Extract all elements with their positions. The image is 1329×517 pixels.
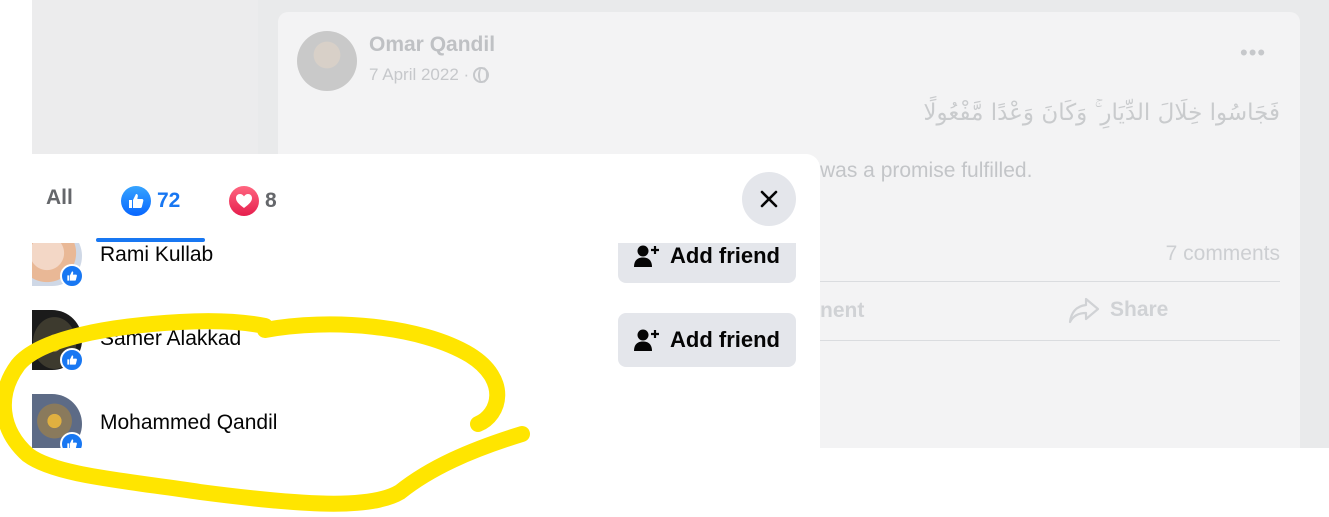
tab-like-reactions[interactable]: 72 — [121, 186, 180, 216]
share-button[interactable]: Share — [1068, 296, 1168, 324]
add-friend-label: Add friend — [670, 327, 780, 352]
share-icon — [1068, 297, 1100, 324]
post-date[interactable]: 7 April 2022 · — [369, 65, 490, 85]
post-more-options-icon[interactable]: ••• — [1240, 40, 1266, 66]
post-divider-top — [820, 281, 1280, 282]
globe-icon — [473, 67, 490, 83]
comment-button-label[interactable]: nent — [820, 299, 864, 323]
tab-love-count: 8 — [265, 189, 277, 212]
like-icon — [60, 432, 84, 448]
close-dialog-button[interactable] — [742, 172, 796, 226]
tab-all-label: All — [46, 186, 73, 209]
like-icon — [60, 348, 84, 372]
post-author-avatar[interactable] — [297, 31, 357, 91]
reactors-list[interactable]: Rami Kullab Add friend Samer Alakkad Add… — [32, 243, 820, 448]
reactor-name[interactable]: Rami Kullab — [100, 243, 213, 267]
tab-like-count: 72 — [157, 189, 181, 212]
reactor-name[interactable]: Mohammed Qandil — [100, 411, 277, 435]
add-friend-icon — [634, 329, 659, 351]
post-author-name[interactable]: Omar Qandil — [369, 33, 495, 57]
post-date-text: 7 April 2022 · — [369, 65, 470, 84]
tab-love-reactions[interactable]: 8 — [229, 186, 277, 216]
add-friend-icon — [634, 245, 659, 267]
screenshot-stage: Omar Qandil 7 April 2022 · ••• فَجَاسُوا… — [0, 0, 1329, 517]
add-friend-button[interactable]: Add friend — [618, 313, 796, 367]
comments-count-link[interactable]: 7 comments — [1166, 242, 1280, 266]
heart-icon — [229, 186, 259, 216]
tab-all-reactions[interactable]: All — [46, 186, 73, 210]
share-label: Share — [1110, 298, 1169, 321]
reactor-name[interactable]: Samer Alakkad — [100, 327, 241, 351]
selected-tab-indicator — [96, 238, 205, 242]
post-translation-text: was a promise fulfilled. — [820, 159, 1033, 182]
like-icon — [121, 186, 151, 216]
add-friend-button[interactable]: Add friend — [618, 243, 796, 283]
post-divider-bottom — [820, 340, 1280, 341]
close-icon — [760, 190, 778, 208]
like-icon — [60, 264, 84, 288]
add-friend-label: Add friend — [670, 243, 780, 268]
post-arabic-text: فَجَاسُوا خِلَالَ الدِّيَارِ ۚ وَكَانَ و… — [923, 100, 1280, 126]
